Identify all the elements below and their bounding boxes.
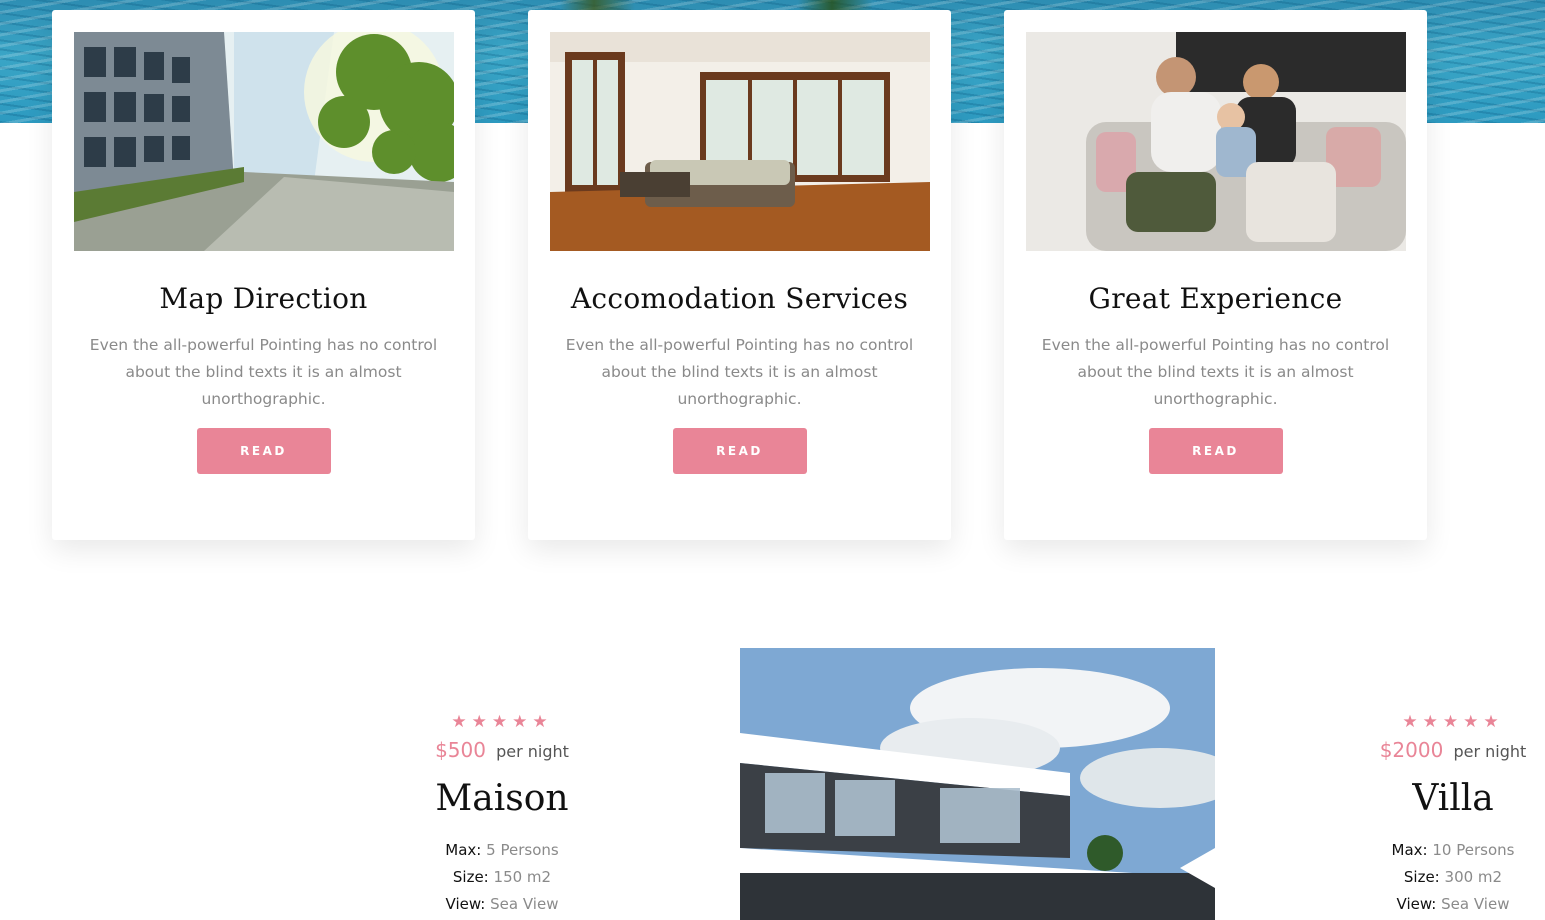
spec-size: Size: 150 m2 [452,868,552,886]
price-unit: per night [496,742,569,761]
card-description: Even the all-powerful Pointing has no co… [1041,336,1390,408]
offer-name: Villa [1412,778,1494,819]
price-amount: $500 [435,738,486,762]
offer-photo-modern-house[interactable] [740,648,1215,920]
star-rating-icons: ★★★★★ [1402,712,1504,732]
card-title: Map Direction [159,282,368,315]
read-more-button[interactable]: READ MORE [672,428,807,504]
spec-max: Max: 5 Persons [445,841,559,859]
price-line: $2000 per night [1353,738,1545,762]
card-description: Even the all-powerful Pointing has no co… [89,336,438,408]
offer-specs: Max: 5 Persons Size: 150 m2 View: Sea Vi… [402,837,602,918]
card-photo-family-sofa [1026,32,1406,251]
read-more-button[interactable]: READ MORE [196,428,331,504]
spec-view: View: Sea View [445,895,559,913]
card-photo-city-street [74,32,454,251]
spec-view: View: Sea View [1396,895,1510,913]
offer-specs: Max: 10 Persons Size: 300 m2 View: Sea V… [1353,837,1545,918]
offer-maison: ★★★★★ $500 per night Maison Max: 5 Perso… [402,712,602,918]
price-line: $500 per night [402,738,602,762]
service-card-great-experience: Great Experience Even the all-powerful P… [1004,10,1427,540]
card-title: Accomodation Services [570,282,909,315]
spec-size: Size: 300 m2 [1403,868,1503,886]
offer-name: Maison [435,778,569,819]
card-description: Even the all-powerful Pointing has no co… [565,336,914,408]
star-rating-icons: ★★★★★ [451,712,553,732]
price-amount: $2000 [1379,738,1444,762]
service-card-map-direction: Map Direction Even the all-powerful Poin… [52,10,475,540]
card-title: Great Experience [1088,282,1343,315]
service-card-accomodation: Accomodation Services Even the all-power… [528,10,951,540]
spec-max: Max: 10 Persons [1391,841,1515,859]
card-photo-living-room [550,32,930,251]
offer-villa: ★★★★★ $2000 per night Villa Max: 10 Pers… [1353,712,1545,918]
read-more-button[interactable]: READ MORE [1148,428,1283,504]
price-unit: per night [1453,742,1527,761]
